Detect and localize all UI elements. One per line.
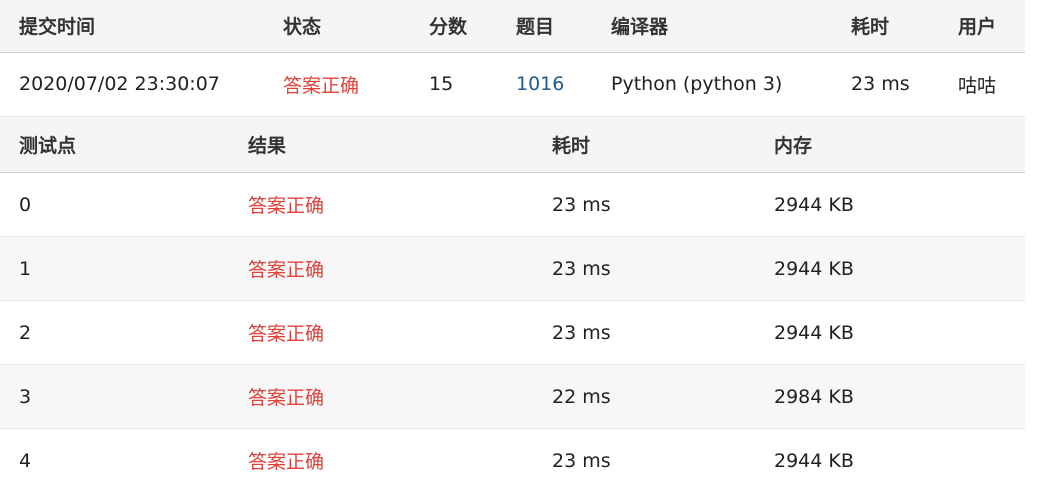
testcase-time: 23 ms xyxy=(533,428,755,492)
submission-table: 提交时间 状态 分数 题目 编译器 耗时 用户 2020/07/02 23:30… xyxy=(0,0,1025,116)
table-row: 1 答案正确 23 ms 2944 KB xyxy=(0,236,1025,301)
testcase-id: 4 xyxy=(0,428,229,492)
testcase-table: 测试点 结果 耗时 内存 0 答案正确 23 ms 2944 KB 1 答案正确… xyxy=(0,116,1025,492)
testcase-time: 23 ms xyxy=(533,236,755,301)
header-user: 用户 xyxy=(939,0,1025,53)
testcase-memory: 2944 KB xyxy=(755,300,1025,365)
testcase-header-row: 测试点 结果 耗时 内存 xyxy=(0,116,1025,173)
header-memory: 内存 xyxy=(755,116,1025,173)
header-compiler: 编译器 xyxy=(592,0,832,53)
testcase-time: 22 ms xyxy=(533,364,755,429)
testcase-memory: 2984 KB xyxy=(755,364,1025,429)
table-row: 4 答案正确 23 ms 2944 KB xyxy=(0,428,1025,492)
testcase-id: 3 xyxy=(0,364,229,429)
elapsed: 23 ms xyxy=(851,73,910,96)
header-testcase: 测试点 xyxy=(0,116,229,173)
testcase-memory: 2944 KB xyxy=(755,172,1025,237)
score: 15 xyxy=(429,73,454,96)
table-row: 3 答案正确 22 ms 2984 KB xyxy=(0,364,1025,429)
header-elapsed: 耗时 xyxy=(832,0,939,53)
testcase-result: 答案正确 xyxy=(229,172,533,237)
status-accepted: 答案正确 xyxy=(283,74,360,97)
header-submit-time: 提交时间 xyxy=(0,0,264,53)
header-score: 分数 xyxy=(410,0,497,53)
header-problem: 题目 xyxy=(497,0,592,53)
header-status: 状态 xyxy=(264,0,410,53)
testcase-memory: 2944 KB xyxy=(755,236,1025,301)
testcase-id: 2 xyxy=(0,300,229,365)
submission-row: 2020/07/02 23:30:07 答案正确 15 1016 Python … xyxy=(0,52,1025,116)
testcase-time: 23 ms xyxy=(533,172,755,237)
testcase-memory: 2944 KB xyxy=(755,428,1025,492)
header-result: 结果 xyxy=(229,116,533,173)
testcase-id: 0 xyxy=(0,172,229,237)
testcase-result: 答案正确 xyxy=(229,364,533,429)
testcase-result: 答案正确 xyxy=(229,300,533,365)
submit-time: 2020/07/02 23:30:07 xyxy=(19,73,220,96)
submission-header-row: 提交时间 状态 分数 题目 编译器 耗时 用户 xyxy=(0,0,1025,53)
header-time: 耗时 xyxy=(533,116,755,173)
testcase-result: 答案正确 xyxy=(229,236,533,301)
submission-detail: 提交时间 状态 分数 题目 编译器 耗时 用户 2020/07/02 23:30… xyxy=(0,0,1025,492)
table-row: 2 答案正确 23 ms 2944 KB xyxy=(0,300,1025,365)
testcase-id: 1 xyxy=(0,236,229,301)
table-row: 0 答案正确 23 ms 2944 KB xyxy=(0,172,1025,237)
user: 咕咕 xyxy=(958,74,997,97)
testcase-result: 答案正确 xyxy=(229,428,533,492)
compiler: Python (python 3) xyxy=(611,73,783,96)
problem-link[interactable]: 1016 xyxy=(516,73,564,95)
testcase-time: 23 ms xyxy=(533,300,755,365)
